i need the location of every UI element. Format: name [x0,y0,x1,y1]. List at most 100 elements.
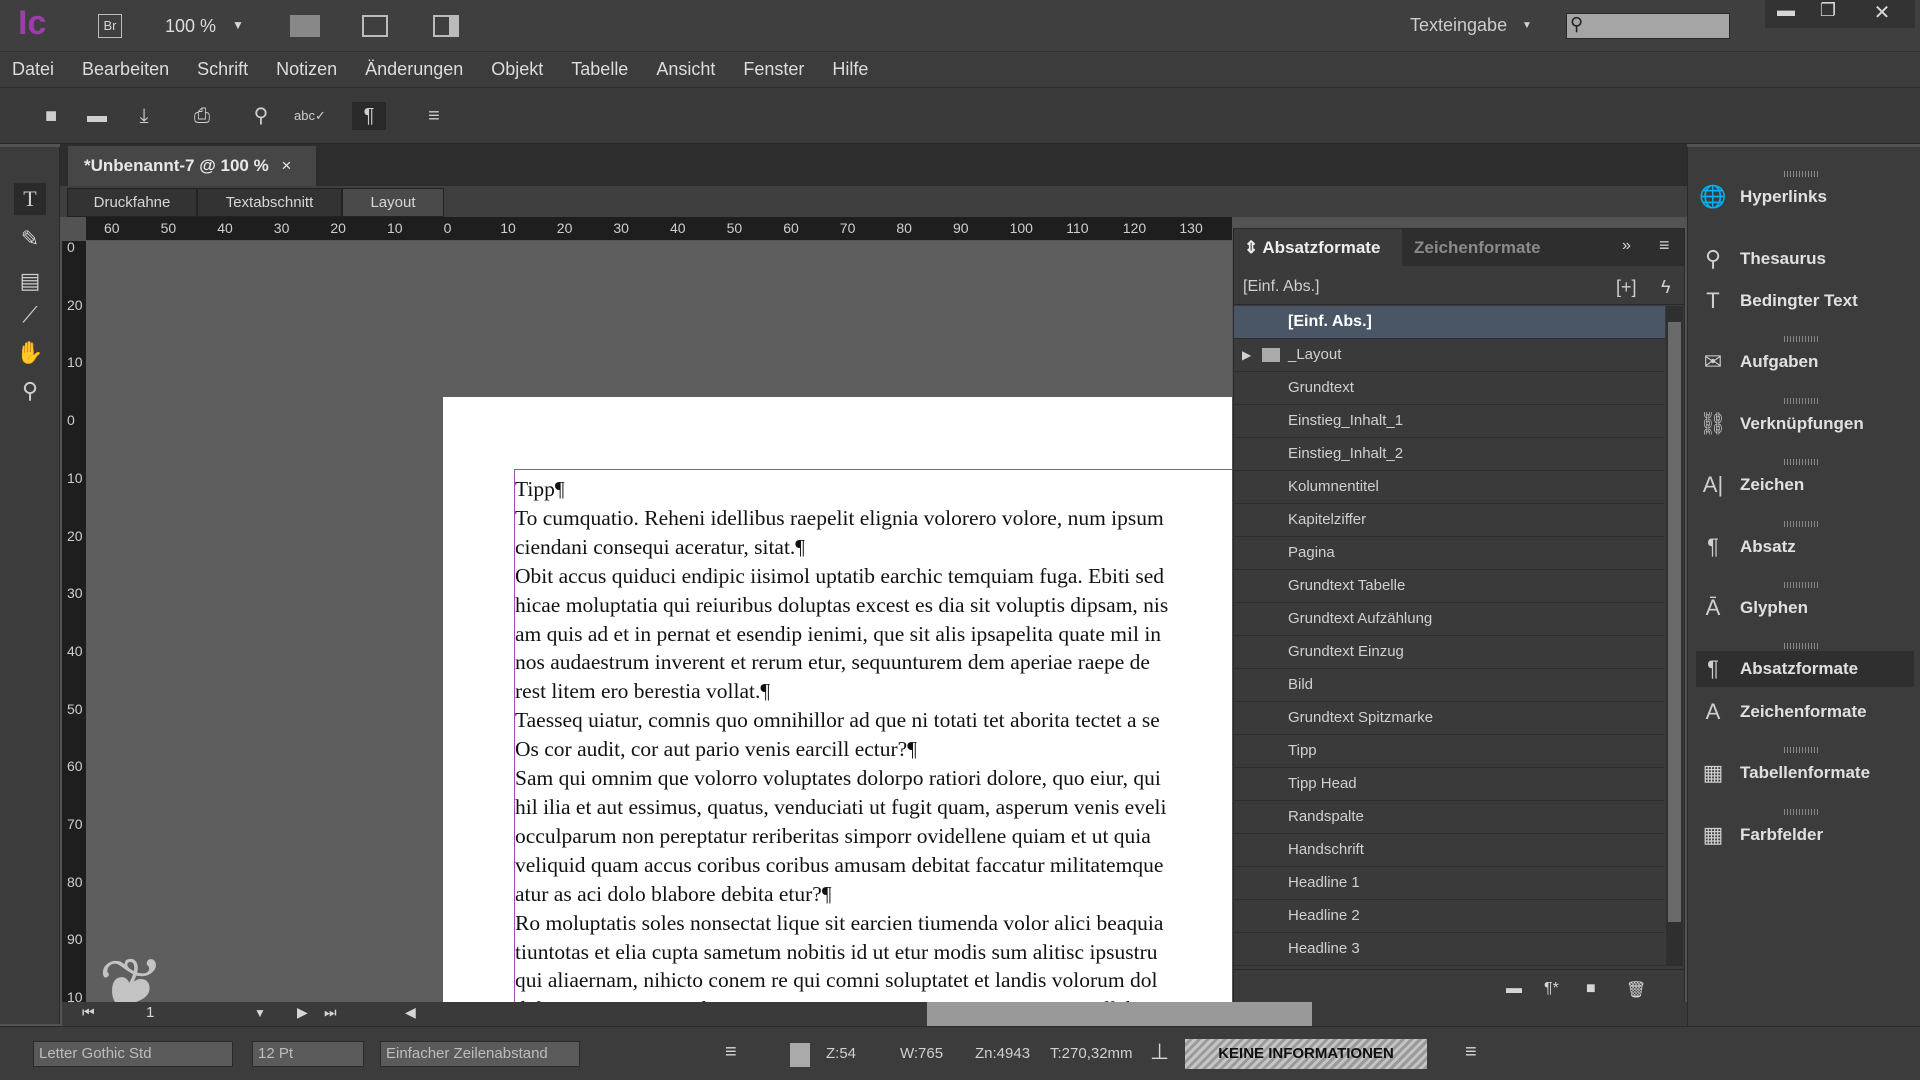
chevron-down-icon[interactable]: ▼ [232,18,244,32]
dock-item-swatches[interactable]: ▦ Farbfelder [1696,817,1914,853]
arrange-documents-icon[interactable] [433,15,459,37]
tab-druckfahne[interactable]: Druckfahne [67,188,197,217]
panel-grip[interactable] [1784,582,1818,588]
style-item[interactable]: Handschrift [1234,834,1665,867]
dock-item-assignments[interactable]: ✉ Aufgaben [1696,344,1914,380]
style-item[interactable]: Grundtext Spitzmarke [1234,702,1665,735]
line-spacing-select[interactable]: Einfacher Zeilenabstand [380,1041,580,1067]
style-item[interactable]: Headline 3 [1234,933,1665,966]
style-item[interactable]: Headline 2 [1234,900,1665,933]
style-item[interactable]: Bild [1234,669,1665,702]
chevron-down-icon[interactable]: ▼ [1522,20,1532,31]
panel-grip[interactable] [1784,521,1818,527]
panel-grip[interactable] [1784,398,1818,404]
type-tool-icon[interactable]: T [14,183,46,215]
find-icon[interactable]: ⚲ [247,102,275,130]
clear-overrides-icon[interactable]: ¶* [1544,980,1559,998]
dock-item-table-styles[interactable]: ▦ Tabellenformate [1696,755,1914,791]
font-size-select[interactable]: 12 Pt [252,1041,364,1067]
dock-item-hyperlinks[interactable]: 🌐 Hyperlinks [1696,179,1914,215]
panel-menu-icon[interactable]: ≡ [1659,235,1670,256]
tab-layout[interactable]: Layout [342,188,444,217]
menu-schrift[interactable]: Schrift [183,59,262,80]
dock-item-character[interactable]: A| Zeichen [1696,467,1914,503]
screen-mode-icon[interactable] [362,15,388,37]
dock-item-paragraph-styles[interactable]: ¶ Absatzformate [1696,651,1914,687]
canvas[interactable]: Tipp¶ To cumquatio. Reheni idellibus raep… [86,241,1232,1002]
show-hidden-characters-icon[interactable]: ¶ [352,102,386,130]
style-item[interactable]: [Einf. Abs.] [1234,306,1665,339]
zoom-tool-icon[interactable]: ⚲ [14,375,46,407]
menu-bearbeiten[interactable]: Bearbeiten [68,59,183,80]
style-item[interactable]: Headline 1 [1234,867,1665,900]
style-item[interactable]: Randspalte [1234,801,1665,834]
page-number-field[interactable]: 1 [146,1004,154,1021]
delete-style-icon[interactable]: 🗑 [1626,980,1646,1000]
story-text[interactable]: Tipp¶ To cumquatio. Reheni idellibus raep… [515,475,1232,1002]
style-item[interactable]: Kapitelziffer [1234,504,1665,537]
menu-objekt[interactable]: Objekt [477,59,557,80]
dock-item-thesaurus[interactable]: ⚲ Thesaurus [1696,241,1914,277]
eyedropper-icon[interactable]: ⟋ [14,299,46,331]
close-window-button[interactable]: ✕ [1849,0,1915,28]
save-icon[interactable]: ⤓ [130,102,158,130]
restore-button[interactable]: ❐ [1807,0,1849,28]
page-dropdown-icon[interactable]: ▼ [254,1006,266,1020]
scroll-thumb[interactable] [1668,322,1681,922]
style-item[interactable]: Tipp [1234,735,1665,768]
collapse-panel-icon[interactable]: » [1622,237,1631,255]
workspace-switcher[interactable]: Texteingabe [1410,15,1507,36]
toolbar-menu-icon[interactable]: ≡ [420,102,448,130]
dock-item-links[interactable]: ⛓ Verknüpfungen [1696,406,1914,442]
panel-grip[interactable] [1784,171,1818,177]
next-page-button[interactable]: ▶ [297,1004,308,1021]
style-item[interactable]: Pagina [1234,537,1665,570]
menu-tabelle[interactable]: Tabelle [557,59,642,80]
search-input[interactable] [1566,13,1730,39]
view-options-icon[interactable] [290,15,320,37]
quick-apply-icon[interactable]: ϟ [1661,269,1671,305]
last-page-button[interactable]: ⏭ [324,1004,337,1021]
print-icon[interactable]: ⎙ [188,102,216,130]
horizontal-scrollbar-thumb[interactable] [927,1002,1312,1026]
scroll-left-button[interactable]: ◀ [405,1004,416,1021]
note-tool-icon[interactable]: ✎ [14,223,46,255]
panel-grip[interactable] [1784,809,1818,815]
notes-icon[interactable]: ▤ [14,265,46,297]
style-item[interactable]: ▶ _Layout [1234,339,1665,372]
expand-triangle-icon[interactable]: ▶ [1242,339,1251,371]
copyfit-menu-icon[interactable]: ≡ [1465,1041,1477,1064]
first-page-button[interactable]: ⏮ [82,1004,95,1021]
panel-grip[interactable] [1784,459,1818,465]
style-item[interactable]: Tipp Head [1234,768,1665,801]
panel-grip[interactable] [1784,336,1818,342]
dock-item-glyphs[interactable]: Ā Glyphen [1696,590,1914,626]
dock-item-paragraph[interactable]: ¶ Absatz [1696,529,1914,565]
style-item[interactable]: Einstieg_Inhalt_1 [1234,405,1665,438]
style-item[interactable]: Grundtext Einzug [1234,636,1665,669]
menu-datei[interactable]: Datei [0,59,68,80]
new-style-icon[interactable]: ■ [1586,980,1596,998]
spellcheck-icon[interactable]: abc✓ [294,102,326,130]
bridge-button[interactable]: Br [98,14,122,38]
new-document-icon[interactable]: ■ [37,102,65,130]
hand-tool-icon[interactable]: ✋ [14,337,46,369]
dock-item-conditional-text[interactable]: T Bedingter Text [1696,283,1914,319]
menu-ansicht[interactable]: Ansicht [642,59,729,80]
dock-item-character-styles[interactable]: A Zeichenformate [1696,694,1914,730]
panel-grip[interactable] [1784,747,1818,753]
panel-grip[interactable] [1784,643,1818,649]
menu-aenderungen[interactable]: Änderungen [351,59,477,80]
style-item[interactable]: Grundtext Aufzählung [1234,603,1665,636]
style-item[interactable]: Grundtext Tabelle [1234,570,1665,603]
status-menu-icon[interactable]: ≡ [725,1041,737,1064]
style-item[interactable]: Grundtext [1234,372,1665,405]
styles-scrollbar[interactable] [1666,306,1683,966]
new-style-from-selection-icon[interactable]: [+] [1616,269,1637,305]
zoom-select[interactable]: 100 % [165,16,216,37]
menu-fenster[interactable]: Fenster [729,59,818,80]
tab-zeichenformate[interactable]: Zeichenformate [1404,229,1551,266]
open-folder-icon[interactable]: ▬ [83,102,111,130]
close-tab-icon[interactable]: × [281,156,291,175]
menu-hilfe[interactable]: Hilfe [818,59,882,80]
